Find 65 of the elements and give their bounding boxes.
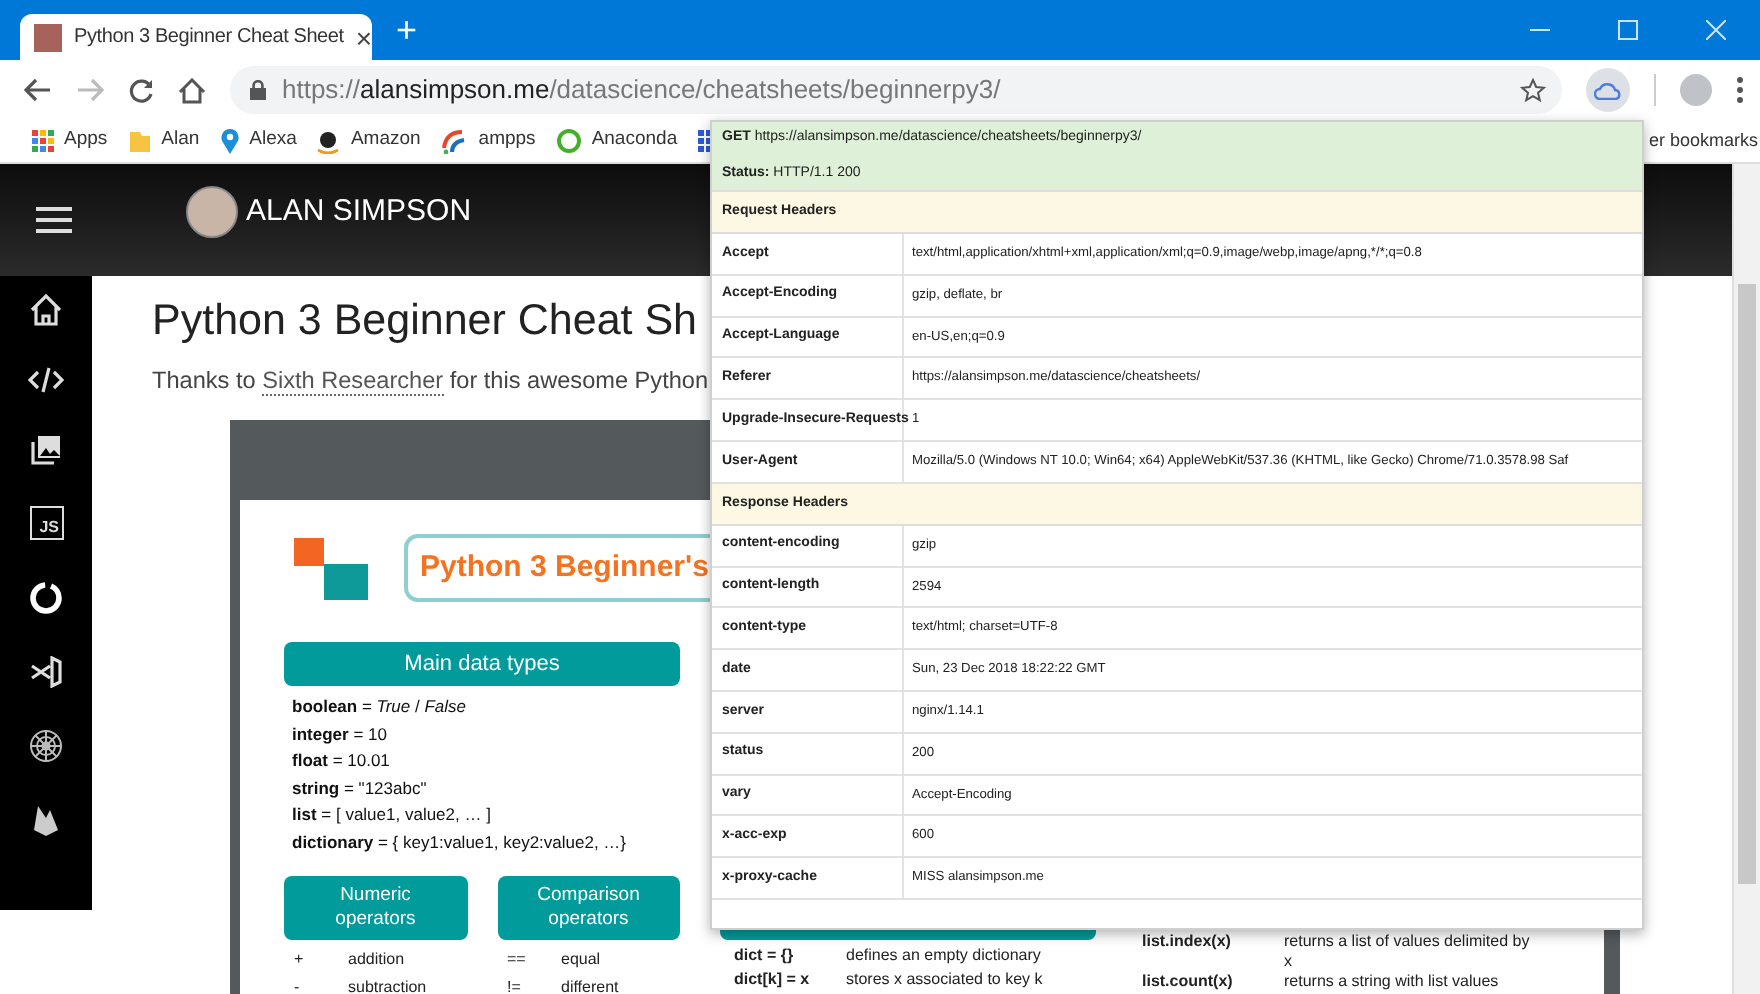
section-heading: Numeric operators [284, 875, 467, 940]
operator-meaning: equal [561, 947, 603, 972]
reload-icon[interactable] [128, 77, 154, 103]
address-bar[interactable]: https://alansimpson.me/datascience/cheatsheets/beginnerpy3/ [230, 66, 1562, 114]
location-pin-icon [219, 128, 240, 154]
menu-icon[interactable] [1736, 76, 1744, 104]
bookmark[interactable]: Amazon [316, 126, 421, 156]
cloud-icon[interactable] [1586, 68, 1630, 112]
code-term: list.count(x) [1142, 972, 1235, 992]
logo-icon [294, 537, 368, 599]
code-meaning: returns a string with list values [1284, 972, 1501, 992]
code-icon[interactable] [28, 366, 64, 394]
menu-icon[interactable] [36, 206, 72, 234]
operator-symbol: + [294, 947, 306, 972]
data-type-line: float = 10.01 [292, 748, 392, 775]
data-type-line: integer = 10 [292, 721, 389, 748]
favicon-icon [34, 23, 62, 51]
code-meaning: defines an empty dictionary [846, 944, 1043, 968]
browser-tab[interactable]: Python 3 Beginner Cheat Sheet × [20, 14, 372, 60]
swirl-icon [440, 128, 469, 154]
section-heading: Comparison operators [497, 875, 680, 940]
data-type-line: list = [ value1, value2, … ] [292, 802, 493, 829]
bookmark[interactable]: ampps [440, 126, 536, 156]
code-term: dict[k] = x [734, 968, 812, 992]
avatar [186, 186, 238, 238]
bookmark[interactable]: Alan [127, 126, 200, 156]
apps-grid-icon [32, 130, 54, 152]
operator-symbol: - [294, 975, 302, 994]
flame-icon[interactable] [32, 804, 60, 836]
url-text: https://alansimpson.me/datascience/cheatsheets/beginnerpy3/ [282, 72, 1003, 109]
js-badge[interactable]: JS [29, 506, 63, 540]
site-name[interactable]: ALAN SIMPSON [246, 189, 472, 235]
bookmark[interactable]: Apps [32, 126, 108, 156]
intro-text: Thanks to Sixth Researcher for this awesome Python [152, 364, 709, 396]
author-link[interactable]: Sixth Researcher [262, 366, 444, 396]
bookmark[interactable]: Anaconda [555, 126, 678, 156]
data-type-line: boolean = True / False [292, 694, 469, 720]
lock-icon [250, 80, 266, 100]
ring-icon [555, 128, 582, 154]
new-tab-button[interactable]: + [396, 12, 418, 48]
home-icon[interactable] [178, 77, 206, 103]
star-icon[interactable] [1520, 77, 1546, 103]
tab-title: Python 3 Beginner Cheat Sheet [74, 24, 344, 52]
code-term: list.index(x) [1142, 932, 1233, 954]
spider-web-icon[interactable] [28, 728, 64, 764]
operator-meaning: different [561, 975, 621, 994]
gallery-icon[interactable] [30, 434, 62, 466]
code-meaning: stores x associated to key k [846, 968, 1045, 992]
bookmark[interactable]: er bookmarks [1648, 127, 1760, 155]
code-term: dict = {} [734, 944, 796, 968]
page-title: Python 3 Beginner Cheat Sh [152, 294, 698, 348]
ring-icon[interactable] [28, 580, 64, 616]
ribbon-icon[interactable] [30, 656, 62, 688]
close-button[interactable]: × [355, 23, 373, 51]
back-icon[interactable] [24, 78, 52, 102]
operator-meaning: subtraction [348, 975, 429, 994]
folder-icon [127, 129, 152, 153]
operator-symbol: == [507, 947, 528, 972]
operator-meaning: addition [348, 947, 407, 972]
data-type-line: string = "123abc" [292, 775, 429, 802]
section-heading: Main data types [284, 642, 680, 686]
scrollbar[interactable] [1732, 164, 1760, 994]
operator-symbol: != [507, 975, 523, 994]
bookmark[interactable]: Alexa [219, 126, 297, 156]
data-type-line: dictionary = { key1:value1, key2:value2, …} [292, 829, 629, 856]
